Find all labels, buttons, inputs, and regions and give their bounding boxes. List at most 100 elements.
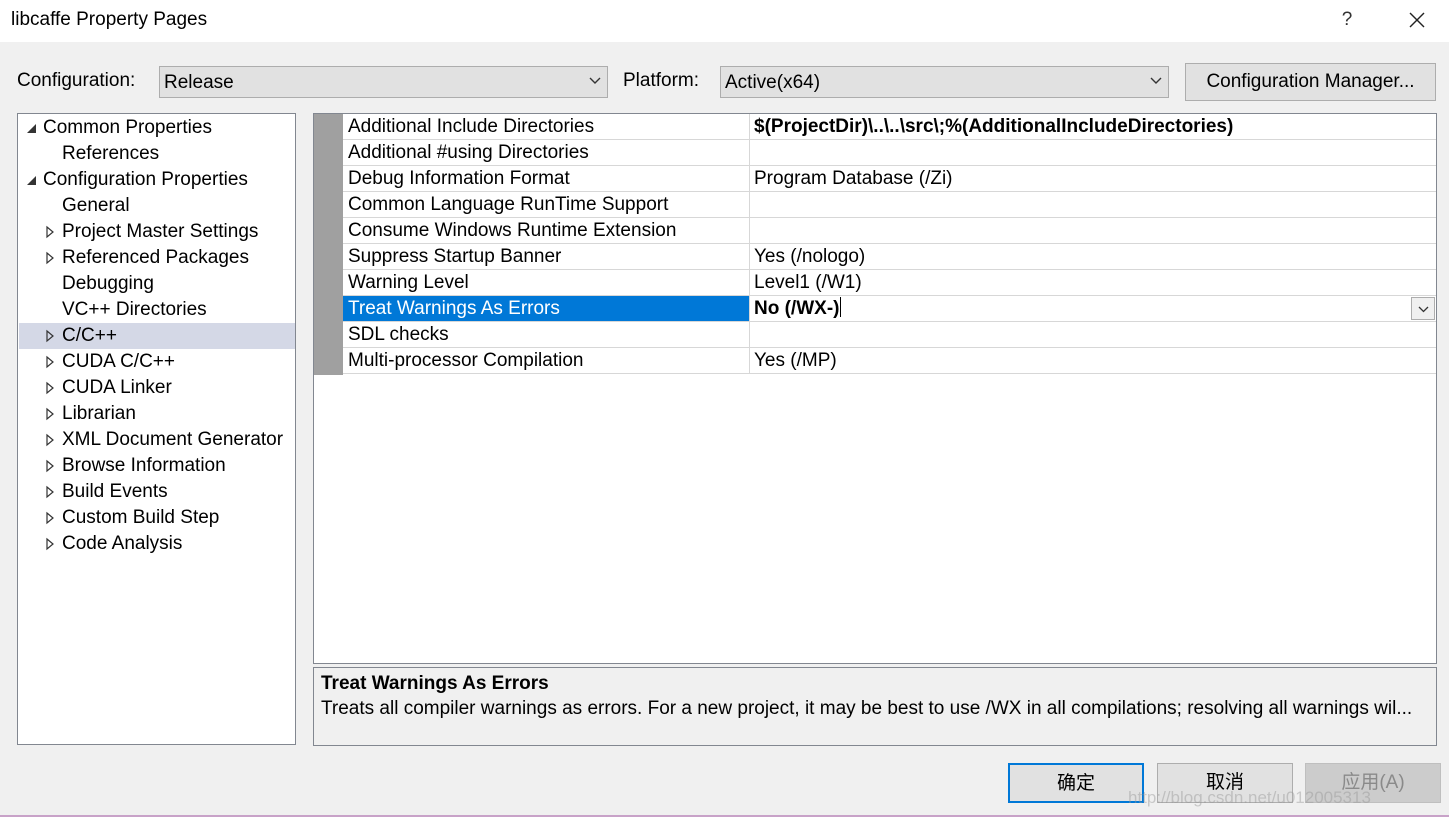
collapsed-triangle-icon[interactable] <box>45 323 59 349</box>
tree-item-references[interactable]: References <box>19 141 295 167</box>
collapsed-triangle-icon[interactable] <box>45 401 59 427</box>
tree-item-label: Code Analysis <box>62 533 183 554</box>
property-value-editor[interactable]: No (/WX-) <box>751 296 1436 321</box>
tree-item-label: Librarian <box>62 403 136 424</box>
property-value: $(ProjectDir)\..\..\src\;%(AdditionalInc… <box>754 116 1234 137</box>
configuration-manager-button[interactable]: Configuration Manager... <box>1185 63 1436 101</box>
expanded-triangle-icon[interactable] <box>26 167 40 193</box>
property-value <box>751 192 1436 217</box>
collapsed-triangle-icon[interactable] <box>45 349 59 375</box>
property-value: Program Database (/Zi) <box>754 168 953 189</box>
tree-item-label: CUDA Linker <box>62 377 172 398</box>
property-name: Suppress Startup Banner <box>343 244 750 269</box>
property-value: Level1 (/W1) <box>754 272 862 293</box>
tree-item-vc-directories[interactable]: VC++ Directories <box>19 297 295 323</box>
tree-item-common-properties[interactable]: Common Properties <box>19 115 295 141</box>
configuration-value: Release <box>164 72 234 93</box>
tree-item-label: Project Master Settings <box>62 221 259 242</box>
property-name: Consume Windows Runtime Extension <box>343 218 750 243</box>
tree-item-label: Configuration Properties <box>43 169 248 190</box>
tree-item-general[interactable]: General <box>19 193 295 219</box>
tree-item-label: Debugging <box>62 273 154 294</box>
platform-label: Platform: <box>623 70 700 91</box>
chevron-down-icon <box>1150 77 1162 84</box>
tree-item-referenced-packages[interactable]: Referenced Packages <box>19 245 295 271</box>
collapsed-triangle-icon[interactable] <box>45 245 59 271</box>
window-title: libcaffe Property Pages <box>11 9 208 30</box>
property-row-suppress-startup-banner[interactable]: Suppress Startup Banner Yes (/nologo) <box>343 244 1436 270</box>
tree-item-configuration-properties[interactable]: Configuration Properties <box>19 167 295 193</box>
tree-item-project-master-settings[interactable]: Project Master Settings <box>19 219 295 245</box>
close-button[interactable] <box>1399 4 1435 36</box>
property-name: Treat Warnings As Errors <box>343 296 750 321</box>
property-tree[interactable]: Common Properties References Configuration… <box>17 113 296 745</box>
tree-item-label: VC++ Directories <box>62 299 207 320</box>
tree-item-cuda-c-c[interactable]: CUDA C/C++ <box>19 349 295 375</box>
collapsed-triangle-icon[interactable] <box>45 453 59 479</box>
property-name: Warning Level <box>343 270 750 295</box>
tree-item-label: Browse Information <box>62 455 226 476</box>
property-row-debug-information-format[interactable]: Debug Information Format Program Database… <box>343 166 1436 192</box>
expanded-triangle-icon[interactable] <box>26 115 40 141</box>
property-name: Multi-processor Compilation <box>343 348 750 373</box>
tree-item-librarian[interactable]: Librarian <box>19 401 295 427</box>
tree-item-custom-build-step[interactable]: Custom Build Step <box>19 505 295 531</box>
property-row-sdl-checks[interactable]: SDL checks <box>343 322 1436 348</box>
collapsed-triangle-icon[interactable] <box>45 427 59 453</box>
grid-gutter <box>314 114 343 375</box>
value-dropdown-button[interactable] <box>1411 297 1435 320</box>
watermark: http://blog.csdn.net/u012005313 <box>1128 788 1371 807</box>
collapsed-triangle-icon[interactable] <box>45 479 59 505</box>
platform-dropdown[interactable]: Active(x64) <box>720 66 1169 98</box>
tree-item-label: CUDA C/C++ <box>62 351 175 372</box>
tree-item-browse-information[interactable]: Browse Information <box>19 453 295 479</box>
property-row-consume-windows-runtime-extension[interactable]: Consume Windows Runtime Extension <box>343 218 1436 244</box>
help-button[interactable]: ? <box>1332 4 1362 36</box>
tree-item-label: General <box>62 195 130 216</box>
property-value: Yes (/MP) <box>754 350 837 371</box>
chevron-down-icon <box>1418 306 1429 313</box>
property-value <box>751 140 1436 165</box>
tree-item-label: Build Events <box>62 481 168 502</box>
title-bar: libcaffe Property Pages ? <box>0 0 1449 42</box>
collapsed-triangle-icon[interactable] <box>45 505 59 531</box>
property-row-warning-level[interactable]: Warning Level Level1 (/W1) <box>343 270 1436 296</box>
property-name: Common Language RunTime Support <box>343 192 750 217</box>
configuration-label: Configuration: <box>17 70 136 91</box>
tree-item-debugging[interactable]: Debugging <box>19 271 295 297</box>
property-grid[interactable]: Additional Include Directories $(ProjectD… <box>313 113 1437 664</box>
property-value: Yes (/nologo) <box>754 246 866 267</box>
collapsed-triangle-icon[interactable] <box>45 219 59 245</box>
collapsed-triangle-icon[interactable] <box>45 531 59 557</box>
description-title: Treat Warnings As Errors <box>321 673 549 694</box>
property-name: Debug Information Format <box>343 166 750 191</box>
property-name: SDL checks <box>343 322 750 347</box>
collapsed-triangle-icon[interactable] <box>45 375 59 401</box>
property-row-additional-using-directories[interactable]: Additional #using Directories <box>343 140 1436 166</box>
tree-item-label: Referenced Packages <box>62 247 249 268</box>
tree-item-label: Custom Build Step <box>62 507 220 528</box>
chevron-down-icon <box>589 77 601 84</box>
description-text: Treats all compiler warnings as errors. … <box>321 698 1413 719</box>
property-name: Additional Include Directories <box>343 114 750 139</box>
tree-item-xml-document-generator[interactable]: XML Document Generator <box>19 427 295 453</box>
platform-value: Active(x64) <box>725 72 821 93</box>
tree-item-label: Common Properties <box>43 117 212 138</box>
property-row-common-language-runtime-support[interactable]: Common Language RunTime Support <box>343 192 1436 218</box>
property-row-multi-processor-compilation[interactable]: Multi-processor Compilation Yes (/MP) <box>343 348 1436 374</box>
tree-item-build-events[interactable]: Build Events <box>19 479 295 505</box>
tree-item-code-analysis[interactable]: Code Analysis <box>19 531 295 557</box>
text-cursor <box>840 297 842 317</box>
property-row-treat-warnings-as-errors[interactable]: Treat Warnings As Errors No (/WX-) <box>343 296 1436 322</box>
property-name: Additional #using Directories <box>343 140 750 165</box>
tree-item-label: C/C++ <box>62 325 117 346</box>
tree-item-c-c[interactable]: C/C++ <box>19 323 295 349</box>
property-value <box>751 218 1436 243</box>
configuration-dropdown[interactable]: Release <box>159 66 608 98</box>
ok-button[interactable]: 确定 <box>1008 763 1144 803</box>
property-row-additional-include-directories[interactable]: Additional Include Directories $(ProjectD… <box>343 114 1436 140</box>
property-value <box>751 322 1436 347</box>
tree-item-cuda-linker[interactable]: CUDA Linker <box>19 375 295 401</box>
tree-item-label: XML Document Generator <box>62 429 284 450</box>
description-panel: Treat Warnings As Errors Treats all comp… <box>313 667 1437 746</box>
